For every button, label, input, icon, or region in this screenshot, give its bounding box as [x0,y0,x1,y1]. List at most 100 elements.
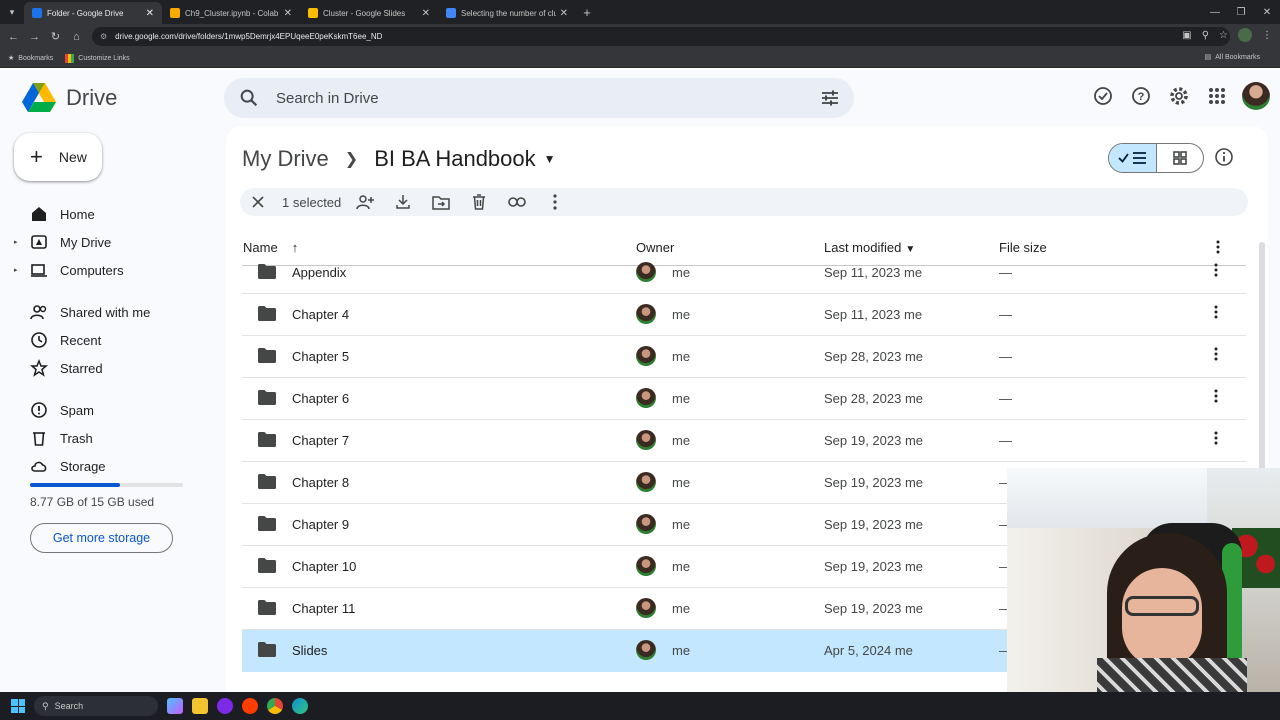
forward-icon[interactable]: → [24,31,45,43]
sidebar-item-my-drive[interactable]: ▸ My Drive [14,228,214,256]
file-name[interactable]: Chapter 6 [292,391,349,406]
last-modified: Sep 19, 2023 me [824,475,924,490]
copy-link-icon[interactable] [507,192,527,212]
edge-icon[interactable] [292,698,308,714]
search-icon[interactable] [238,87,260,109]
tab-close-icon[interactable]: ✕ [146,8,154,19]
sidebar-item-recent[interactable]: Recent [14,326,214,354]
share-icon[interactable] [355,192,375,212]
expand-arrow-icon[interactable]: ▸ [14,266,24,274]
all-bookmarks[interactable]: ▤ All Bookmarks [1205,53,1260,62]
breadcrumb-current[interactable]: BI BA Handbook ▼ [374,146,555,172]
clock-icon [31,332,47,348]
home-browser-icon[interactable]: ⌂ [66,31,87,43]
browser-tab[interactable]: Ch9_Cluster.ipynb - Colab ✕ [162,2,300,24]
last-modified: Sep 11, 2023 me [824,307,923,322]
move-icon[interactable] [431,192,451,212]
file-name[interactable]: Slides [292,643,327,658]
file-name[interactable]: Chapter 10 [292,559,356,574]
search-options-icon[interactable] [820,88,840,108]
profile-avatar[interactable] [1238,28,1252,42]
start-icon[interactable] [11,699,25,713]
file-name[interactable]: Appendix [292,265,346,280]
bookmark-item[interactable]: ★ Bookmarks [8,54,53,63]
download-icon[interactable] [393,192,413,212]
restore-icon[interactable]: ❐ [1228,7,1254,18]
install-icon[interactable]: ▣ [1182,30,1191,41]
tab-search-icon[interactable]: ▾ [0,0,24,24]
table-row[interactable]: Chapter 7 me Sep 19, 2023 me — [242,420,1246,462]
owner-avatar [636,430,656,450]
drive-logo[interactable]: Drive [22,83,117,113]
site-info-icon[interactable]: ⚙ [100,32,107,41]
breadcrumb-parent[interactable]: My Drive [242,146,329,172]
new-button[interactable]: + New [14,133,102,181]
search-input[interactable]: Search in Drive [224,78,854,118]
bookmark-star-icon[interactable]: ☆ [1219,30,1228,41]
get-more-storage-button[interactable]: Get more storage [30,523,173,553]
help-icon[interactable]: ? [1128,83,1154,109]
list-view-button[interactable] [1109,144,1157,172]
sidebar-item-home[interactable]: Home [14,200,214,228]
browser-tab[interactable]: Folder - Google Drive ✕ [24,2,162,24]
more-actions-icon[interactable] [545,192,565,212]
browser-menu-icon[interactable]: ⋮ [1262,30,1272,41]
close-window-icon[interactable]: ✕ [1254,7,1280,18]
taskbar-search[interactable]: ⚲ Search [34,696,158,716]
file-name[interactable]: Chapter 11 [292,601,355,616]
file-name[interactable]: Chapter 7 [292,433,349,448]
minimize-icon[interactable]: — [1202,7,1228,18]
table-row[interactable]: Chapter 4 me Sep 11, 2023 me — [242,294,1246,336]
tab-favicon [446,8,456,18]
browser-tab[interactable]: Selecting the number of cluste ✕ [438,2,576,24]
delete-icon[interactable] [469,192,489,212]
bookmark-item[interactable]: Customize Links [65,53,130,63]
clear-selection-icon[interactable] [248,192,268,212]
row-more-icon[interactable] [1214,389,1218,403]
file-name[interactable]: Chapter 8 [292,475,349,490]
bookmarks-bar: ★ Bookmarks Customize Links ▤ All Bookma… [0,49,1280,68]
sidebar-item-computers[interactable]: ▸ Computers [14,256,214,284]
tab-close-icon[interactable]: ✕ [560,8,568,19]
settings-icon[interactable] [1166,83,1192,109]
url-field[interactable]: ⚙ drive.google.com/drive/folders/1mwp5De… [92,27,1230,46]
sidebar-item-starred[interactable]: Starred [14,354,214,382]
file-name[interactable]: Chapter 9 [292,517,349,532]
new-tab-button[interactable]: + [576,2,598,24]
file-name[interactable]: Chapter 4 [292,307,349,322]
sidebar-item-spam[interactable]: Spam [14,396,214,424]
row-more-icon[interactable] [1214,347,1218,361]
sidebar-item-storage[interactable]: Storage [14,452,214,480]
copilot-icon[interactable] [167,698,183,714]
row-more-icon[interactable] [1214,305,1218,319]
back-icon[interactable]: ← [3,31,24,43]
row-more-icon[interactable] [1214,263,1218,277]
ready-offline-icon[interactable] [1090,83,1116,109]
row-more-icon[interactable] [1214,431,1218,445]
firefox-icon[interactable] [242,698,258,714]
info-icon[interactable] [1214,147,1234,167]
app-icon[interactable] [217,698,233,714]
tab-close-icon[interactable]: ✕ [422,8,430,19]
zoom-icon[interactable]: ⚲ [1202,30,1209,41]
last-modified: Apr 5, 2024 me [824,643,913,658]
account-avatar[interactable] [1242,82,1270,110]
sidebar-item-trash[interactable]: Trash [14,424,214,452]
tab-close-icon[interactable]: ✕ [284,8,292,19]
sidebar-item-shared-with-me[interactable]: Shared with me [14,298,214,326]
apps-icon[interactable] [1204,83,1230,109]
grid-view-button[interactable] [1157,144,1203,172]
sidebar-item-label: Storage [60,458,106,474]
file-explorer-icon[interactable] [192,698,208,714]
chrome-icon[interactable] [267,698,283,714]
owner-name: me [672,643,691,658]
file-name[interactable]: Chapter 5 [292,349,349,364]
file-size: — [999,391,1012,406]
sidebar-item-label: Trash [60,430,93,446]
expand-arrow-icon[interactable]: ▸ [14,238,24,246]
table-row[interactable]: Chapter 5 me Sep 28, 2023 me — [242,336,1246,378]
browser-tab[interactable]: Cluster - Google Slides ✕ [300,2,438,24]
reload-icon[interactable]: ↻ [45,30,66,43]
table-row[interactable]: Appendix me Sep 11, 2023 me — [242,252,1246,294]
table-row[interactable]: Chapter 6 me Sep 28, 2023 me — [242,378,1246,420]
